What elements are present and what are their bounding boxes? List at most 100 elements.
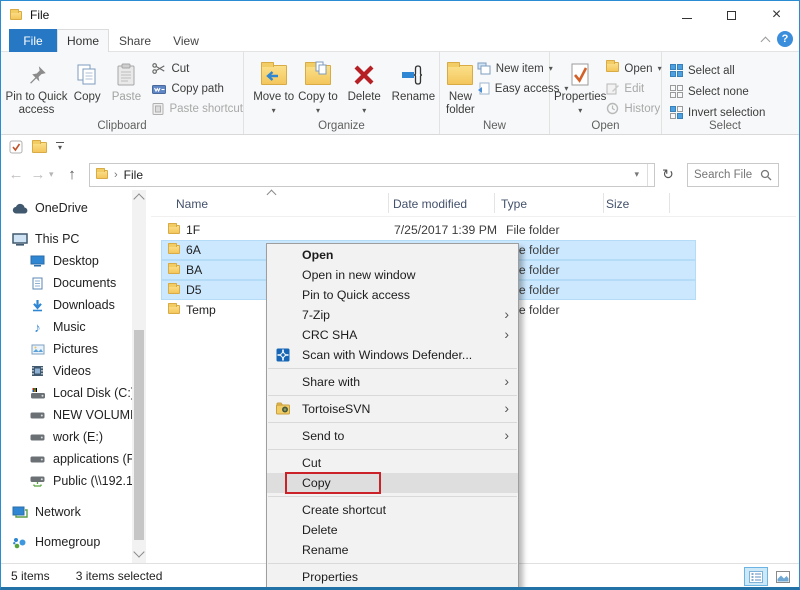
drive-d-icon xyxy=(29,412,46,419)
menu-item-properties[interactable]: Properties xyxy=(267,567,518,587)
close-button[interactable]: × xyxy=(754,1,799,29)
forward-button[interactable]: → xyxy=(27,166,49,183)
rename-button[interactable]: Rename xyxy=(388,56,439,104)
select-none-button[interactable]: Select none xyxy=(670,83,788,100)
menu-item-crc-sha[interactable]: CRC SHA › xyxy=(267,325,518,345)
menu-item-share-with[interactable]: Share with › xyxy=(267,372,518,392)
menu-item-rename[interactable]: Rename xyxy=(267,540,518,560)
column-type[interactable]: Type xyxy=(501,197,527,211)
tab-share[interactable]: Share xyxy=(109,29,161,52)
search-box[interactable] xyxy=(687,163,779,187)
menu-item-create-shortcut[interactable]: Create shortcut xyxy=(267,500,518,520)
sidebar-item-music[interactable]: ♪ Music xyxy=(1,316,133,338)
properties-button[interactable]: Properties ▾ xyxy=(554,56,606,117)
tab-view[interactable]: View xyxy=(161,29,211,52)
paste-shortcut-button[interactable]: Paste shortcut xyxy=(152,100,243,117)
minimize-button[interactable] xyxy=(664,1,709,29)
recent-locations-dropdown[interactable]: ▾ xyxy=(49,169,61,180)
help-icon[interactable]: ? xyxy=(777,31,793,47)
tab-home[interactable]: Home xyxy=(57,29,109,52)
organize-section-label: Organize xyxy=(244,120,439,132)
sidebar-item-pictures[interactable]: Pictures xyxy=(1,338,133,360)
delete-button[interactable]: Delete ▾ xyxy=(341,56,388,117)
history-button[interactable]: History xyxy=(606,100,661,117)
file-row-1f[interactable]: 1F 7/25/2017 1:39 PM File folder xyxy=(151,220,796,240)
file-name[interactable]: BA xyxy=(186,263,202,277)
scissors-icon xyxy=(152,62,166,75)
rename-icon xyxy=(400,59,426,91)
sidebar-item-public-share[interactable]: Public (\\192.168 xyxy=(1,470,133,492)
move-to-button[interactable]: Move to ▾ xyxy=(252,56,295,117)
edit-button[interactable]: Edit xyxy=(606,80,661,97)
scroll-up-icon[interactable] xyxy=(133,193,144,204)
sidebar-item-work-e[interactable]: work (E:) xyxy=(1,426,133,448)
file-name[interactable]: 6A xyxy=(186,243,201,257)
sidebar-item-this-pc[interactable]: This PC xyxy=(1,228,133,250)
invert-selection-button[interactable]: Invert selection xyxy=(670,104,788,121)
up-button[interactable]: ↑ xyxy=(61,166,83,183)
sidebar-item-downloads[interactable]: Downloads xyxy=(1,294,133,316)
network-drive-icon xyxy=(29,476,46,487)
column-size[interactable]: Size xyxy=(606,197,629,211)
sidebar-item-documents[interactable]: Documents xyxy=(1,272,133,294)
refresh-button[interactable]: ↻ xyxy=(655,163,681,187)
scroll-down-icon[interactable] xyxy=(133,546,144,557)
file-name[interactable]: Temp xyxy=(186,303,216,317)
menu-item-pin-to-quick-access[interactable]: Pin to Quick access xyxy=(267,285,518,305)
pin-icon xyxy=(26,59,48,91)
sidebar-scrollbar[interactable] xyxy=(132,190,146,563)
sidebar-item-homegroup[interactable]: Homegroup xyxy=(1,531,133,553)
qat-properties-icon[interactable] xyxy=(9,140,23,154)
sidebar-item-local-disk-c[interactable]: Local Disk (C:) xyxy=(1,382,133,404)
sidebar-item-onedrive[interactable]: OneDrive xyxy=(1,197,133,219)
sidebar-item-new-volume-d[interactable]: NEW VOLUME (D:) xyxy=(1,404,133,426)
back-button[interactable]: ← xyxy=(5,166,27,183)
menu-item-send-to[interactable]: Send to › xyxy=(267,426,518,446)
address-bar[interactable]: › File ▾ xyxy=(89,163,655,187)
pictures-icon xyxy=(29,344,46,355)
new-item-label: New item xyxy=(496,63,544,75)
menu-item-open-in-new-window[interactable]: Open in new window xyxy=(267,265,518,285)
properties-caret: ▾ xyxy=(578,106,582,115)
cut-button[interactable]: Cut xyxy=(152,60,243,77)
copy-button[interactable]: Copy xyxy=(68,56,106,104)
qat-customize-button[interactable]: ▾ xyxy=(56,142,64,152)
menu-item-open[interactable]: Open xyxy=(267,245,518,265)
menu-item-copy[interactable]: Copy xyxy=(267,473,518,493)
scrollbar-thumb[interactable] xyxy=(134,330,144,540)
file-name[interactable]: D5 xyxy=(186,283,202,297)
menu-item-delete[interactable]: Delete xyxy=(267,520,518,540)
sidebar-item-applications-f[interactable]: applications (F:) xyxy=(1,448,133,470)
sidebar-item-desktop[interactable]: Desktop xyxy=(1,250,133,272)
menu-item-cut[interactable]: Cut xyxy=(267,453,518,473)
copy-to-button[interactable]: Copy to ▾ xyxy=(295,56,340,117)
menu-item-scan-with-defender[interactable]: Scan with Windows Defender... xyxy=(267,345,518,365)
tab-file-menu[interactable]: File xyxy=(9,29,57,52)
menu-item-tortoisesvn[interactable]: TortoiseSVN › xyxy=(267,399,518,419)
address-dropdown-icon[interactable]: ▾ xyxy=(634,164,648,186)
qat-folder-icon[interactable] xyxy=(32,142,47,153)
maximize-button[interactable] xyxy=(709,1,754,29)
open-button[interactable]: Open ▾ xyxy=(606,60,661,77)
copy-path-button[interactable]: Copy path xyxy=(152,80,243,97)
sidebar-item-network[interactable]: Network xyxy=(1,501,133,523)
large-icons-view-button[interactable] xyxy=(771,567,795,586)
column-name[interactable]: Name xyxy=(176,197,208,211)
select-all-button[interactable]: Select all xyxy=(670,62,788,79)
pin-to-quick-access-button[interactable]: Pin to Quick access xyxy=(5,56,68,117)
sidebar-item-label: Homegroup xyxy=(35,535,100,549)
new-folder-button[interactable]: New folder xyxy=(446,56,475,117)
menu-item-7zip[interactable]: 7-Zip › xyxy=(267,305,518,325)
menu-item-label: TortoiseSVN xyxy=(302,402,370,416)
copy-to-label: Copy to xyxy=(298,91,338,104)
sidebar-item-videos[interactable]: Videos xyxy=(1,360,133,382)
downloads-icon xyxy=(29,299,46,312)
file-name[interactable]: 1F xyxy=(186,223,200,237)
details-view-button[interactable] xyxy=(744,567,768,586)
close-icon: × xyxy=(772,6,781,24)
paste-button[interactable]: Paste xyxy=(106,56,146,104)
collapse-ribbon-icon[interactable] xyxy=(761,36,771,46)
column-date-modified[interactable]: Date modified xyxy=(393,197,467,211)
address-path[interactable]: File xyxy=(124,168,143,182)
search-input[interactable] xyxy=(692,168,760,182)
